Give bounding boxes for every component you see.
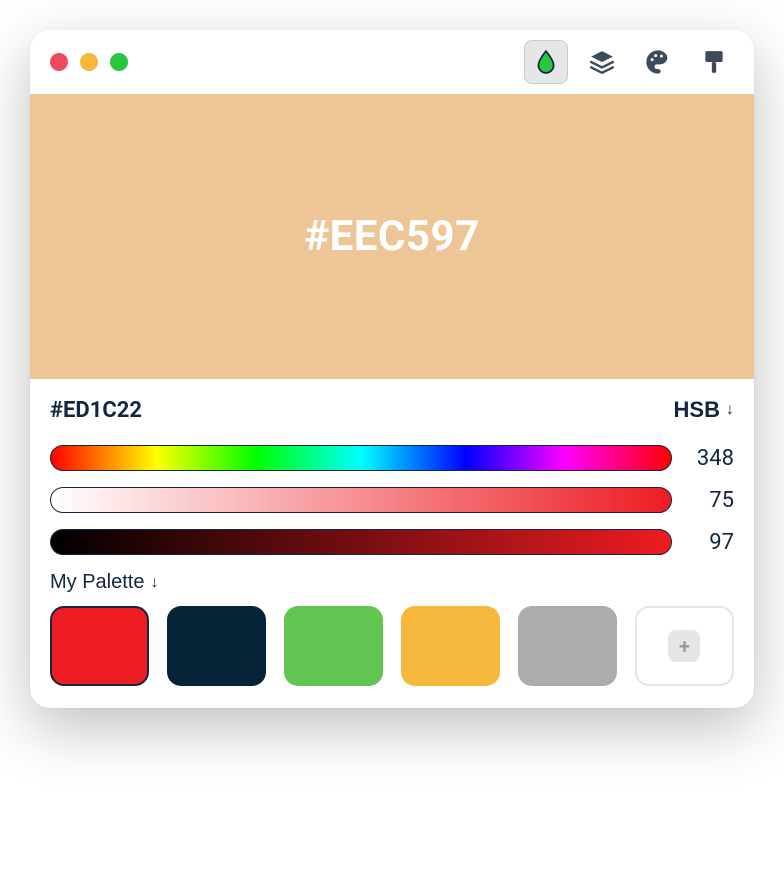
- swatch-4[interactable]: [518, 606, 617, 686]
- color-mode-label: HSB: [674, 397, 720, 423]
- chevron-down-icon: ↓: [150, 574, 158, 592]
- swatch-1[interactable]: [167, 606, 266, 686]
- palette-icon: [644, 48, 672, 76]
- droplet-icon: [533, 49, 559, 75]
- brush-icon: [701, 49, 727, 75]
- controls-header: #ED1C22 HSB ↓: [50, 397, 734, 423]
- close-button[interactable]: [50, 53, 68, 71]
- toolbar: [524, 40, 736, 84]
- palette-label: My Palette: [50, 571, 144, 594]
- palette-section: My Palette ↓ +: [50, 571, 734, 686]
- minimize-button[interactable]: [80, 53, 98, 71]
- saturation-slider-row: 75: [50, 487, 734, 513]
- zoom-button[interactable]: [110, 53, 128, 71]
- saturation-slider[interactable]: [50, 487, 672, 513]
- hex-value[interactable]: #ED1C22: [50, 398, 142, 423]
- swatch-3[interactable]: [401, 606, 500, 686]
- brightness-value: 97: [690, 530, 734, 555]
- traffic-lights: [50, 53, 128, 71]
- saturation-value: 75: [690, 488, 734, 513]
- palette-dropdown[interactable]: My Palette ↓: [50, 571, 158, 594]
- swatch-0[interactable]: [50, 606, 149, 686]
- color-mode-dropdown[interactable]: HSB ↓: [674, 397, 734, 423]
- hue-slider-row: 348: [50, 445, 734, 471]
- tool-droplet[interactable]: [524, 40, 568, 84]
- preview-hex: #EEC597: [304, 212, 479, 261]
- tool-palette[interactable]: [636, 40, 680, 84]
- tool-layers[interactable]: [580, 40, 624, 84]
- brightness-slider[interactable]: [50, 529, 672, 555]
- hue-value: 348: [690, 446, 734, 471]
- chevron-down-icon: ↓: [726, 401, 734, 419]
- plus-icon: +: [668, 630, 700, 662]
- layers-icon: [589, 49, 615, 75]
- hue-slider[interactable]: [50, 445, 672, 471]
- brightness-slider-row: 97: [50, 529, 734, 555]
- swatch-2[interactable]: [284, 606, 383, 686]
- add-swatch-button[interactable]: +: [635, 606, 734, 686]
- tool-brush[interactable]: [692, 40, 736, 84]
- color-preview: #EEC597: [30, 94, 754, 379]
- controls-panel: #ED1C22 HSB ↓ 348 75 97 My Palette ↓ +: [30, 379, 754, 708]
- swatch-list: +: [50, 606, 734, 686]
- color-picker-window: #EEC597 #ED1C22 HSB ↓ 348 75 97 My Palet…: [30, 30, 754, 708]
- titlebar: [30, 30, 754, 94]
